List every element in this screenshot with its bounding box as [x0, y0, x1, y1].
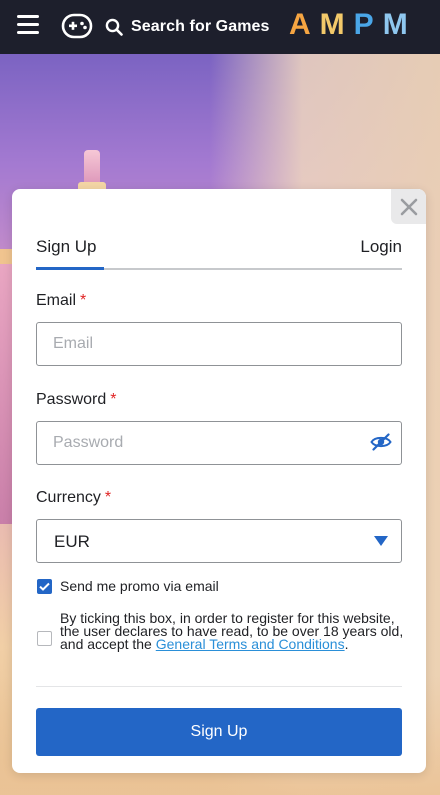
currency-select[interactable]: EUR	[36, 519, 402, 563]
top-bar: Search for Games A M P M	[0, 0, 440, 54]
close-button[interactable]	[391, 189, 426, 224]
password-field[interactable]	[36, 421, 402, 465]
terms-statement: By ticking this box, in order to registe…	[60, 611, 405, 652]
sign-up-button[interactable]: Sign Up	[36, 708, 402, 756]
currency-selected-value: EUR	[54, 532, 90, 551]
promo-checkbox-label: Send me promo via email	[60, 578, 219, 594]
search-label: Search for Games	[131, 18, 270, 35]
required-mark: *	[110, 391, 117, 408]
auth-tabs: Sign Up Login	[36, 237, 402, 270]
terms-suffix: .	[344, 636, 349, 652]
logo-letter: P	[353, 8, 383, 41]
search-icon	[105, 18, 123, 36]
currency-label-text: Currency	[36, 489, 101, 506]
hamburger-icon[interactable]	[17, 15, 39, 37]
email-label: Email *	[36, 292, 86, 310]
divider	[36, 686, 402, 687]
logo-letter: A	[289, 8, 320, 41]
brand-logo[interactable]: A M P M	[289, 8, 417, 42]
caret-down-icon	[374, 536, 388, 546]
email-label-text: Email	[36, 292, 77, 309]
terms-link[interactable]: General Terms and Conditions	[156, 636, 345, 652]
terms-checkbox[interactable]	[37, 631, 52, 646]
required-mark: *	[80, 292, 87, 309]
tab-login[interactable]: Login	[360, 237, 402, 257]
gamepad-icon[interactable]	[61, 12, 93, 40]
password-label-text: Password	[36, 391, 107, 408]
close-icon	[400, 198, 417, 215]
search-games-button[interactable]: Search for Games	[105, 14, 270, 40]
active-tab-indicator	[36, 267, 104, 270]
logo-letter: M	[319, 8, 354, 41]
eye-slash-icon[interactable]	[370, 433, 392, 451]
password-label: Password *	[36, 391, 116, 409]
currency-label: Currency *	[36, 489, 111, 507]
tab-sign-up[interactable]: Sign Up	[36, 237, 96, 257]
email-field[interactable]	[36, 322, 402, 366]
logo-letter: M	[382, 8, 417, 41]
promo-checkbox[interactable]	[37, 579, 52, 594]
required-mark: *	[104, 489, 112, 506]
checkmark-icon	[39, 582, 50, 591]
signup-modal: Sign Up Login Email* Password* Currency*…	[12, 189, 426, 773]
